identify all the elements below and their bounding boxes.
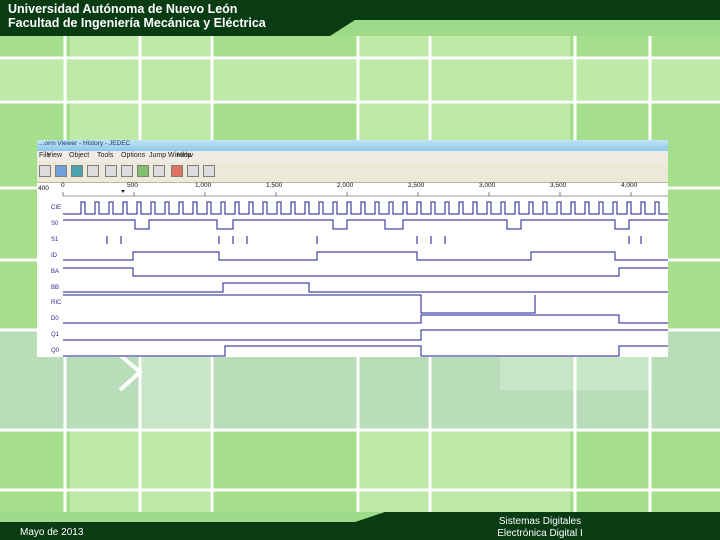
- footer-date: Mayo de 2013: [20, 527, 84, 538]
- footer-course-line1: Sistemas Digitales: [498, 516, 582, 527]
- waveform-area: 400 0 500 1,000 1,500 2,000 2,500 3,000 …: [37, 182, 668, 357]
- university-name: Universidad Autónoma de Nuevo León: [8, 2, 238, 16]
- ruler-tick-2500: 2,500: [408, 182, 425, 189]
- ruler-tick-500: 500: [127, 182, 138, 189]
- ruler-tick-2000: 2,000: [337, 182, 354, 189]
- signal-label-ric: RIC: [51, 300, 62, 306]
- signal-label-s0: S0: [51, 221, 59, 227]
- signal-label-q1: Q1: [51, 332, 60, 338]
- signal-label-s1: S1: [51, 237, 59, 243]
- footer-bar-shape: [0, 512, 720, 540]
- signal-label-cie: CIE: [51, 205, 61, 211]
- ruler-tick-4000: 4,000: [621, 182, 638, 189]
- waveform-viewer-window: ...orm Viewer - History - JEDEC File Vie…: [37, 140, 668, 357]
- footer-course-line2: Electrónica Digital I: [497, 528, 583, 539]
- ruler-tick-1000: 1,000: [195, 182, 212, 189]
- footer-course: Sistemas Digitales Electrónica Digital I: [470, 516, 610, 540]
- signal-label-d0: D0: [51, 316, 59, 322]
- ruler-tick-3000: 3,000: [479, 182, 496, 189]
- signal-label-bb: BB: [51, 285, 59, 291]
- ruler-start-label: 400: [38, 185, 49, 192]
- signal-label-id: ID: [51, 253, 58, 259]
- signal-label-q0: Q0: [51, 348, 60, 354]
- signal-label-ba: BA: [51, 269, 59, 275]
- footer-bar: [0, 512, 720, 540]
- faculty-name: Facultad de Ingeniería Mecánica y Eléctr…: [8, 16, 266, 30]
- ruler-tick-3500: 3,500: [550, 182, 567, 189]
- ruler-tick-1500: 1,500: [266, 182, 283, 189]
- ruler-tick-0: 0: [61, 182, 65, 189]
